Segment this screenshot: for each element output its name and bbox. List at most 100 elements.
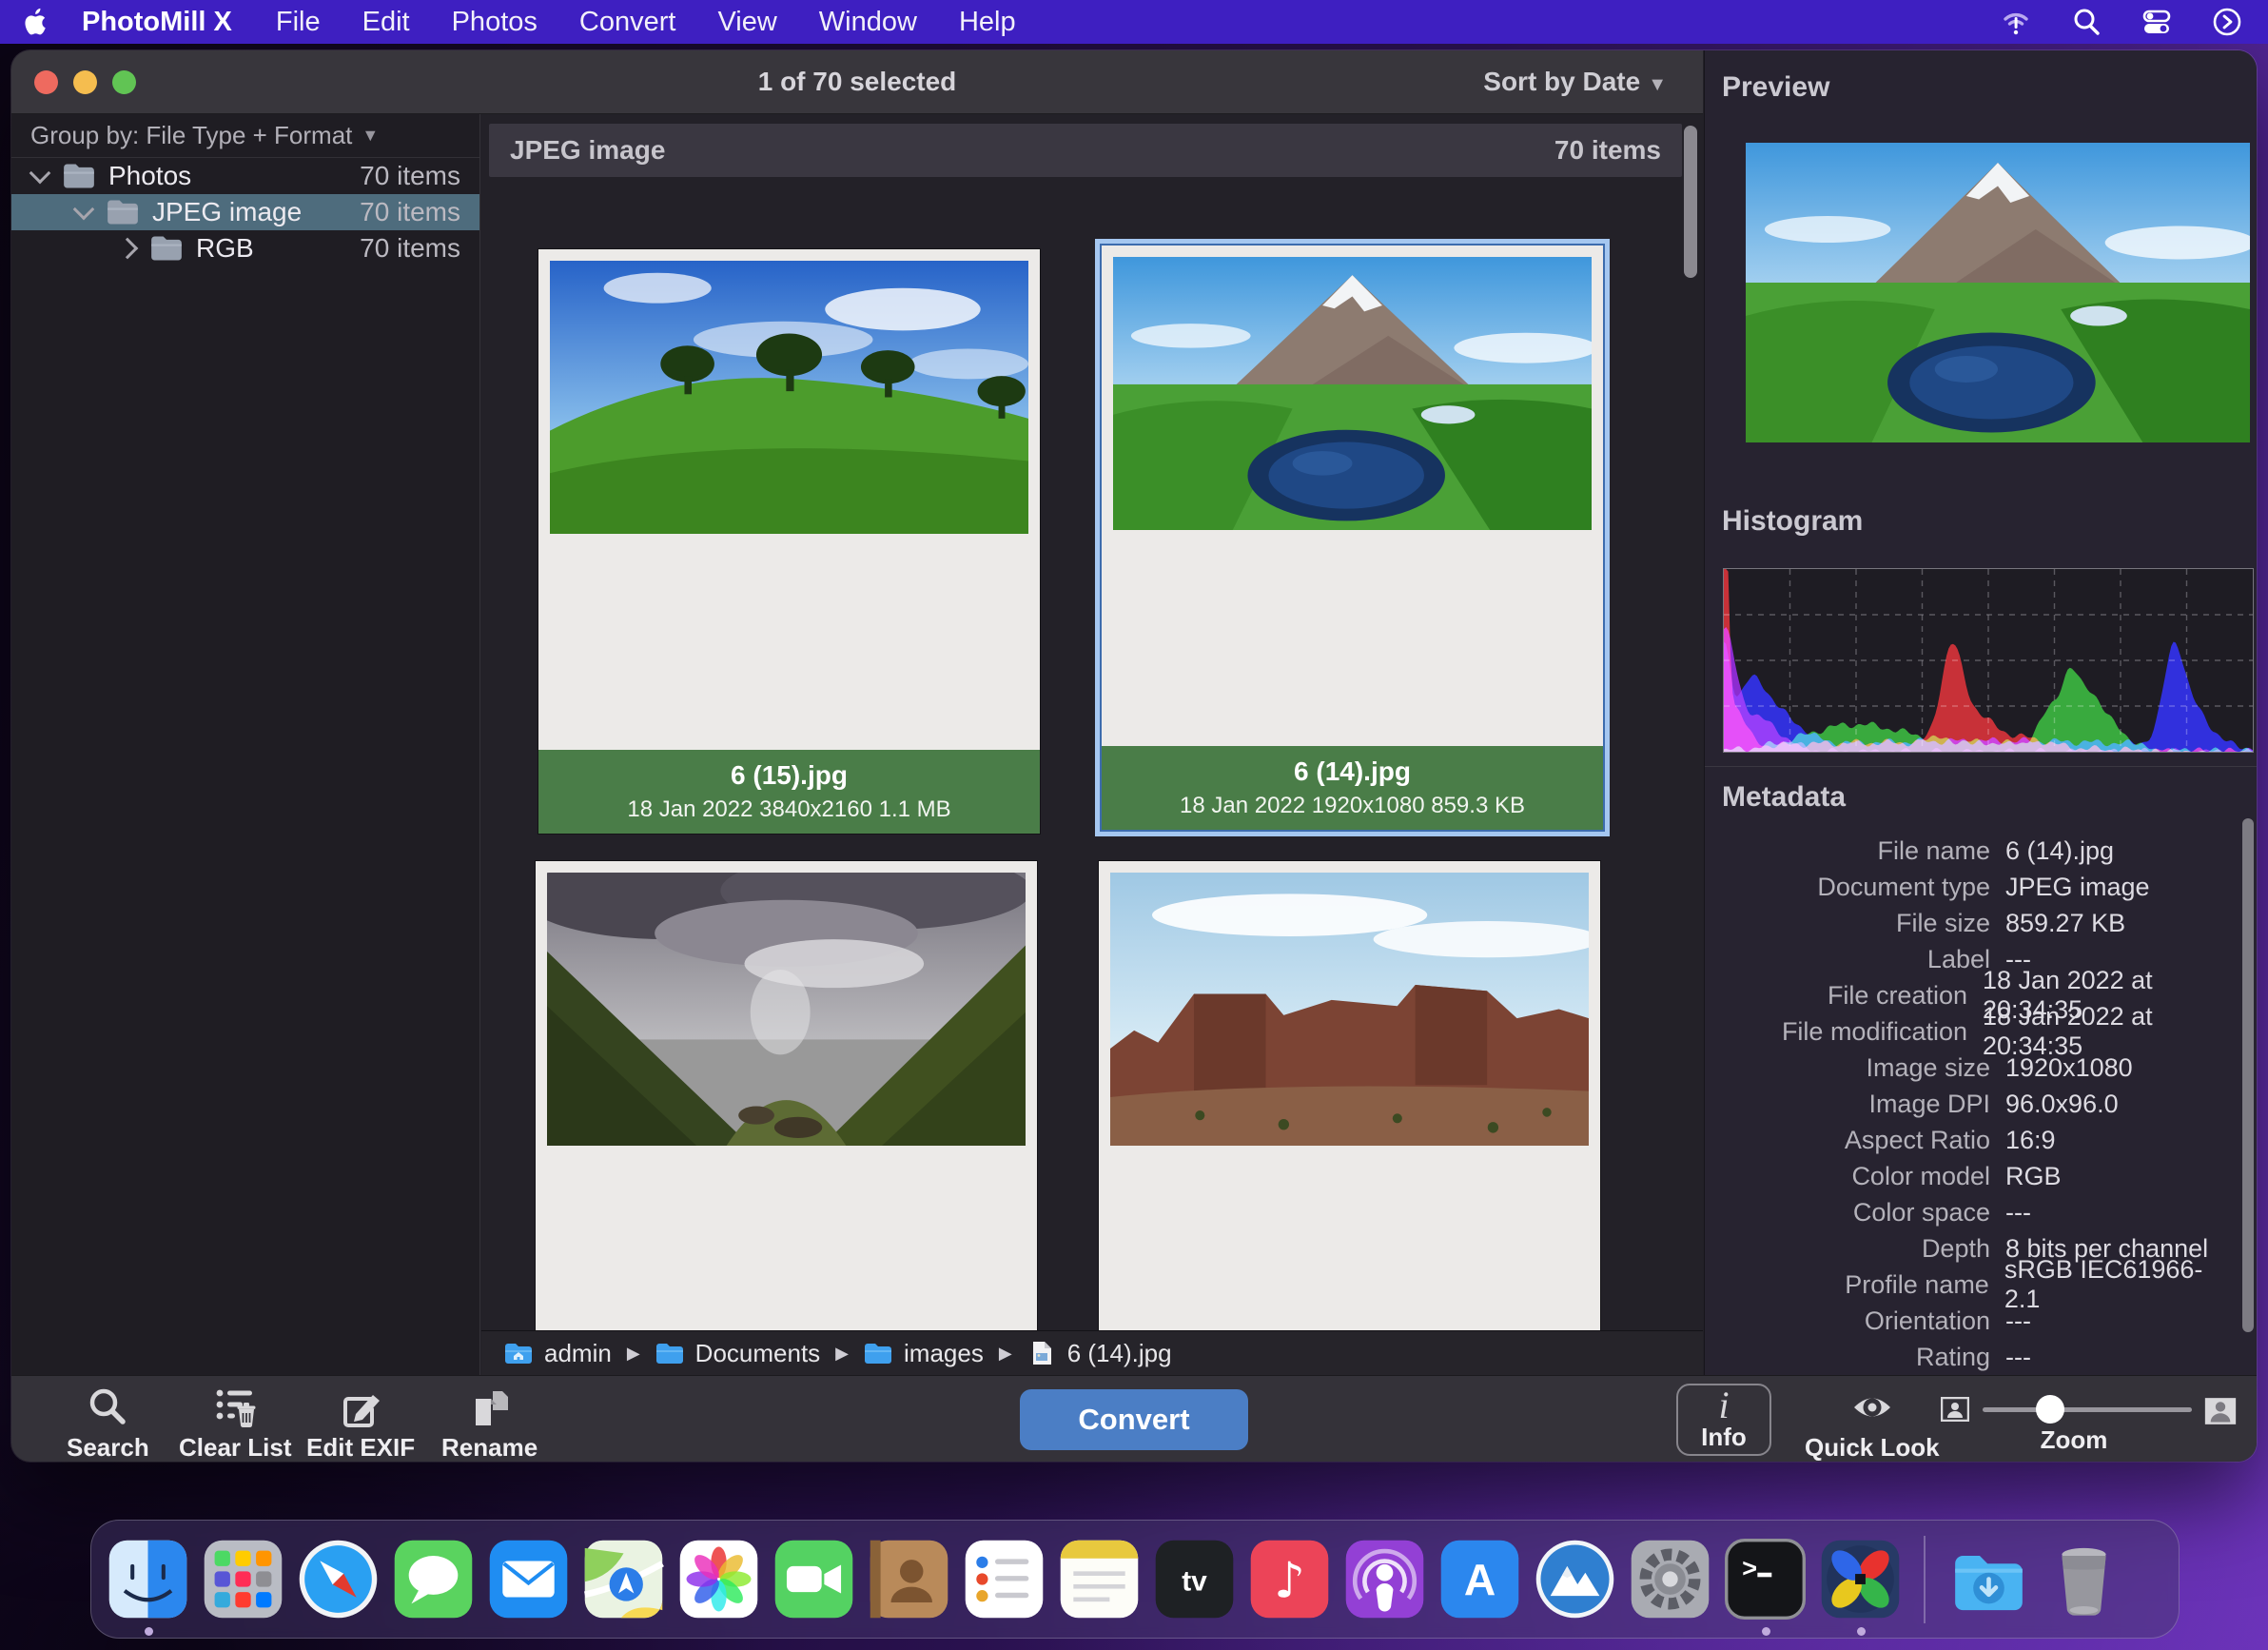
- home-folder-icon: [504, 1341, 533, 1365]
- dock-icon-facetime[interactable]: [772, 1538, 855, 1621]
- dock-icon-reminders[interactable]: [963, 1538, 1046, 1621]
- dock-icon-notes[interactable]: [1058, 1538, 1141, 1621]
- file-card-6-63-jpg[interactable]: 6 (63).jpg: [1099, 861, 1600, 1330]
- breadcrumb-label: admin: [544, 1339, 612, 1368]
- clear-list-button[interactable]: Clear List: [179, 1385, 292, 1462]
- control-center-icon[interactable]: [2141, 6, 2173, 38]
- search-icon[interactable]: [2070, 6, 2102, 38]
- metadata-value: RGB: [2005, 1162, 2062, 1191]
- metadata-label: Color model: [1705, 1162, 1990, 1191]
- file-card-6-15-jpg[interactable]: 6 (15).jpg18 Jan 2022 3840x2160 1.1 MB: [538, 249, 1040, 834]
- quick-look-button[interactable]: Quick Look: [1805, 1385, 1940, 1462]
- dock-icon-messages[interactable]: [392, 1538, 475, 1621]
- metadata-label: File name: [1705, 836, 1990, 866]
- breadcrumb-separator-icon: ▶: [999, 1344, 1012, 1364]
- dock-icon-terminal[interactable]: >: [1724, 1538, 1807, 1621]
- menu-item-view[interactable]: View: [717, 7, 776, 37]
- sidebar-item-photos[interactable]: Photos70 items: [11, 158, 479, 194]
- dock-icon-safari[interactable]: [297, 1538, 380, 1621]
- menu-items: File Edit Photos Convert View Window Help: [276, 7, 1058, 38]
- chevron-down-icon: ▼: [362, 126, 379, 146]
- running-indicator: [1857, 1627, 1866, 1636]
- metadata-value: 859.27 KB: [2005, 909, 2125, 938]
- siri-time-icon[interactable]: [2211, 6, 2243, 38]
- selection-status: 1 of 70 selected: [11, 67, 1703, 97]
- thumbnail-image: [1110, 873, 1589, 1146]
- zoom-control: Zoom: [1941, 1384, 2238, 1456]
- menu-item-photos[interactable]: Photos: [452, 7, 538, 37]
- metadata-label: Profile name: [1705, 1270, 1989, 1300]
- breadcrumb: admin▶Documents▶images▶6 (14).jpg: [481, 1330, 1703, 1375]
- group-header: JPEG image 70 items: [489, 124, 1682, 177]
- metadata-row: Image DPI96.0x96.0: [1705, 1086, 2238, 1122]
- dock-icon-podcasts[interactable]: [1343, 1538, 1426, 1621]
- wifi-alert-icon[interactable]: [2000, 6, 2032, 38]
- convert-button[interactable]: Convert: [1020, 1389, 1248, 1450]
- breadcrumb-item-admin[interactable]: admin: [504, 1339, 612, 1368]
- histogram-chart: [1724, 569, 2253, 752]
- folder-icon: [655, 1341, 684, 1365]
- breadcrumb-item-documents[interactable]: Documents: [655, 1339, 821, 1368]
- breadcrumb-item-images[interactable]: images: [864, 1339, 984, 1368]
- dock-icon-trash[interactable]: [2043, 1538, 2125, 1621]
- sidebar-item-jpeg-image[interactable]: JPEG image70 items: [11, 194, 479, 230]
- chevron-down-icon[interactable]: [73, 199, 95, 221]
- menu-item-file[interactable]: File: [276, 7, 321, 37]
- dock-icon-photos[interactable]: [677, 1538, 760, 1621]
- info-button[interactable]: i Info: [1676, 1384, 1771, 1456]
- panel-scrollbar-thumb[interactable]: [2242, 818, 2254, 1332]
- dock-icon-mail[interactable]: [487, 1538, 570, 1621]
- metadata-label: File size: [1705, 909, 1990, 938]
- metadata-value: 16:9: [2005, 1126, 2056, 1155]
- chevron-down-icon[interactable]: [29, 163, 51, 185]
- zoom-slider-knob[interactable]: [2036, 1395, 2064, 1424]
- zoom-slider-track[interactable]: [1983, 1407, 2192, 1412]
- search-button[interactable]: Search: [67, 1385, 149, 1462]
- apple-menu-icon[interactable]: [25, 8, 49, 36]
- dock-icon-photomill-x[interactable]: [1819, 1538, 1902, 1621]
- rename-button[interactable]: Rename: [441, 1385, 538, 1462]
- dock-icon-downloads[interactable]: [1947, 1538, 2030, 1621]
- menu-item-window[interactable]: Window: [819, 7, 917, 37]
- preview-image: [1746, 143, 2250, 442]
- menu-item-edit[interactable]: Edit: [362, 7, 410, 37]
- metadata-label: Orientation: [1705, 1306, 1990, 1336]
- folder-icon: [864, 1341, 892, 1365]
- metadata-value: 1920x1080: [2005, 1053, 2133, 1083]
- metadata-row: Profile namesRGB IEC61966-2.1: [1705, 1267, 2238, 1303]
- chevron-right-icon[interactable]: [117, 238, 139, 260]
- app-menu-title[interactable]: PhotoMill X: [82, 7, 232, 38]
- dock-icon-maps[interactable]: [582, 1538, 665, 1621]
- breadcrumb-label: Documents: [695, 1339, 821, 1368]
- content-scrollbar[interactable]: [1682, 122, 1699, 1330]
- zoom-in-image-icon[interactable]: [2203, 1397, 2238, 1425]
- edit-exif-button[interactable]: Edit EXIF: [306, 1385, 415, 1462]
- content-scrollbar-thumb[interactable]: [1684, 126, 1697, 278]
- dock-icon-contacts[interactable]: [868, 1538, 950, 1621]
- metadata-title: Metadata: [1722, 781, 1846, 814]
- sort-by-dropdown[interactable]: Sort by Date▼: [1483, 67, 1667, 97]
- dock-icon-music[interactable]: ♪: [1248, 1538, 1331, 1621]
- folder-tree: Photos70 itemsJPEG image70 itemsRGB70 it…: [11, 158, 479, 266]
- breadcrumb-item-6-14-jpg[interactable]: 6 (14).jpg: [1027, 1339, 1172, 1368]
- dock-icon-system-settings[interactable]: [1629, 1538, 1711, 1621]
- sidebar-item-rgb[interactable]: RGB70 items: [11, 230, 479, 266]
- search-icon: [86, 1385, 129, 1429]
- sidebar: Group by: File Type + Format▼ Photos70 i…: [11, 114, 480, 1375]
- file-card-6-14-jpg[interactable]: 6 (14).jpg18 Jan 2022 1920x1080 859.3 KB: [1102, 246, 1603, 830]
- dock-icon-launchpad[interactable]: [202, 1538, 284, 1621]
- menu-item-help[interactable]: Help: [959, 7, 1016, 37]
- dock-icon-finder[interactable]: [107, 1538, 189, 1621]
- breadcrumb-separator-icon: ▶: [835, 1344, 849, 1364]
- dock-icon-photomill[interactable]: [1534, 1538, 1616, 1621]
- preview-title: Preview: [1722, 71, 1829, 104]
- metadata-label: Label: [1705, 945, 1990, 974]
- metadata-value: sRGB IEC61966-2.1: [2004, 1255, 2238, 1314]
- zoom-out-image-icon[interactable]: [1941, 1397, 1969, 1422]
- group-by-dropdown[interactable]: Group by: File Type + Format▼: [11, 114, 479, 158]
- dock-icon-tv[interactable]: tv: [1153, 1538, 1236, 1621]
- file-card-6-16-jpg[interactable]: 6 (16).jpg: [536, 861, 1037, 1330]
- menu-item-convert[interactable]: Convert: [579, 7, 676, 37]
- dock-icon-app-store[interactable]: A: [1438, 1538, 1521, 1621]
- metadata-label: File modification: [1705, 1017, 1967, 1047]
